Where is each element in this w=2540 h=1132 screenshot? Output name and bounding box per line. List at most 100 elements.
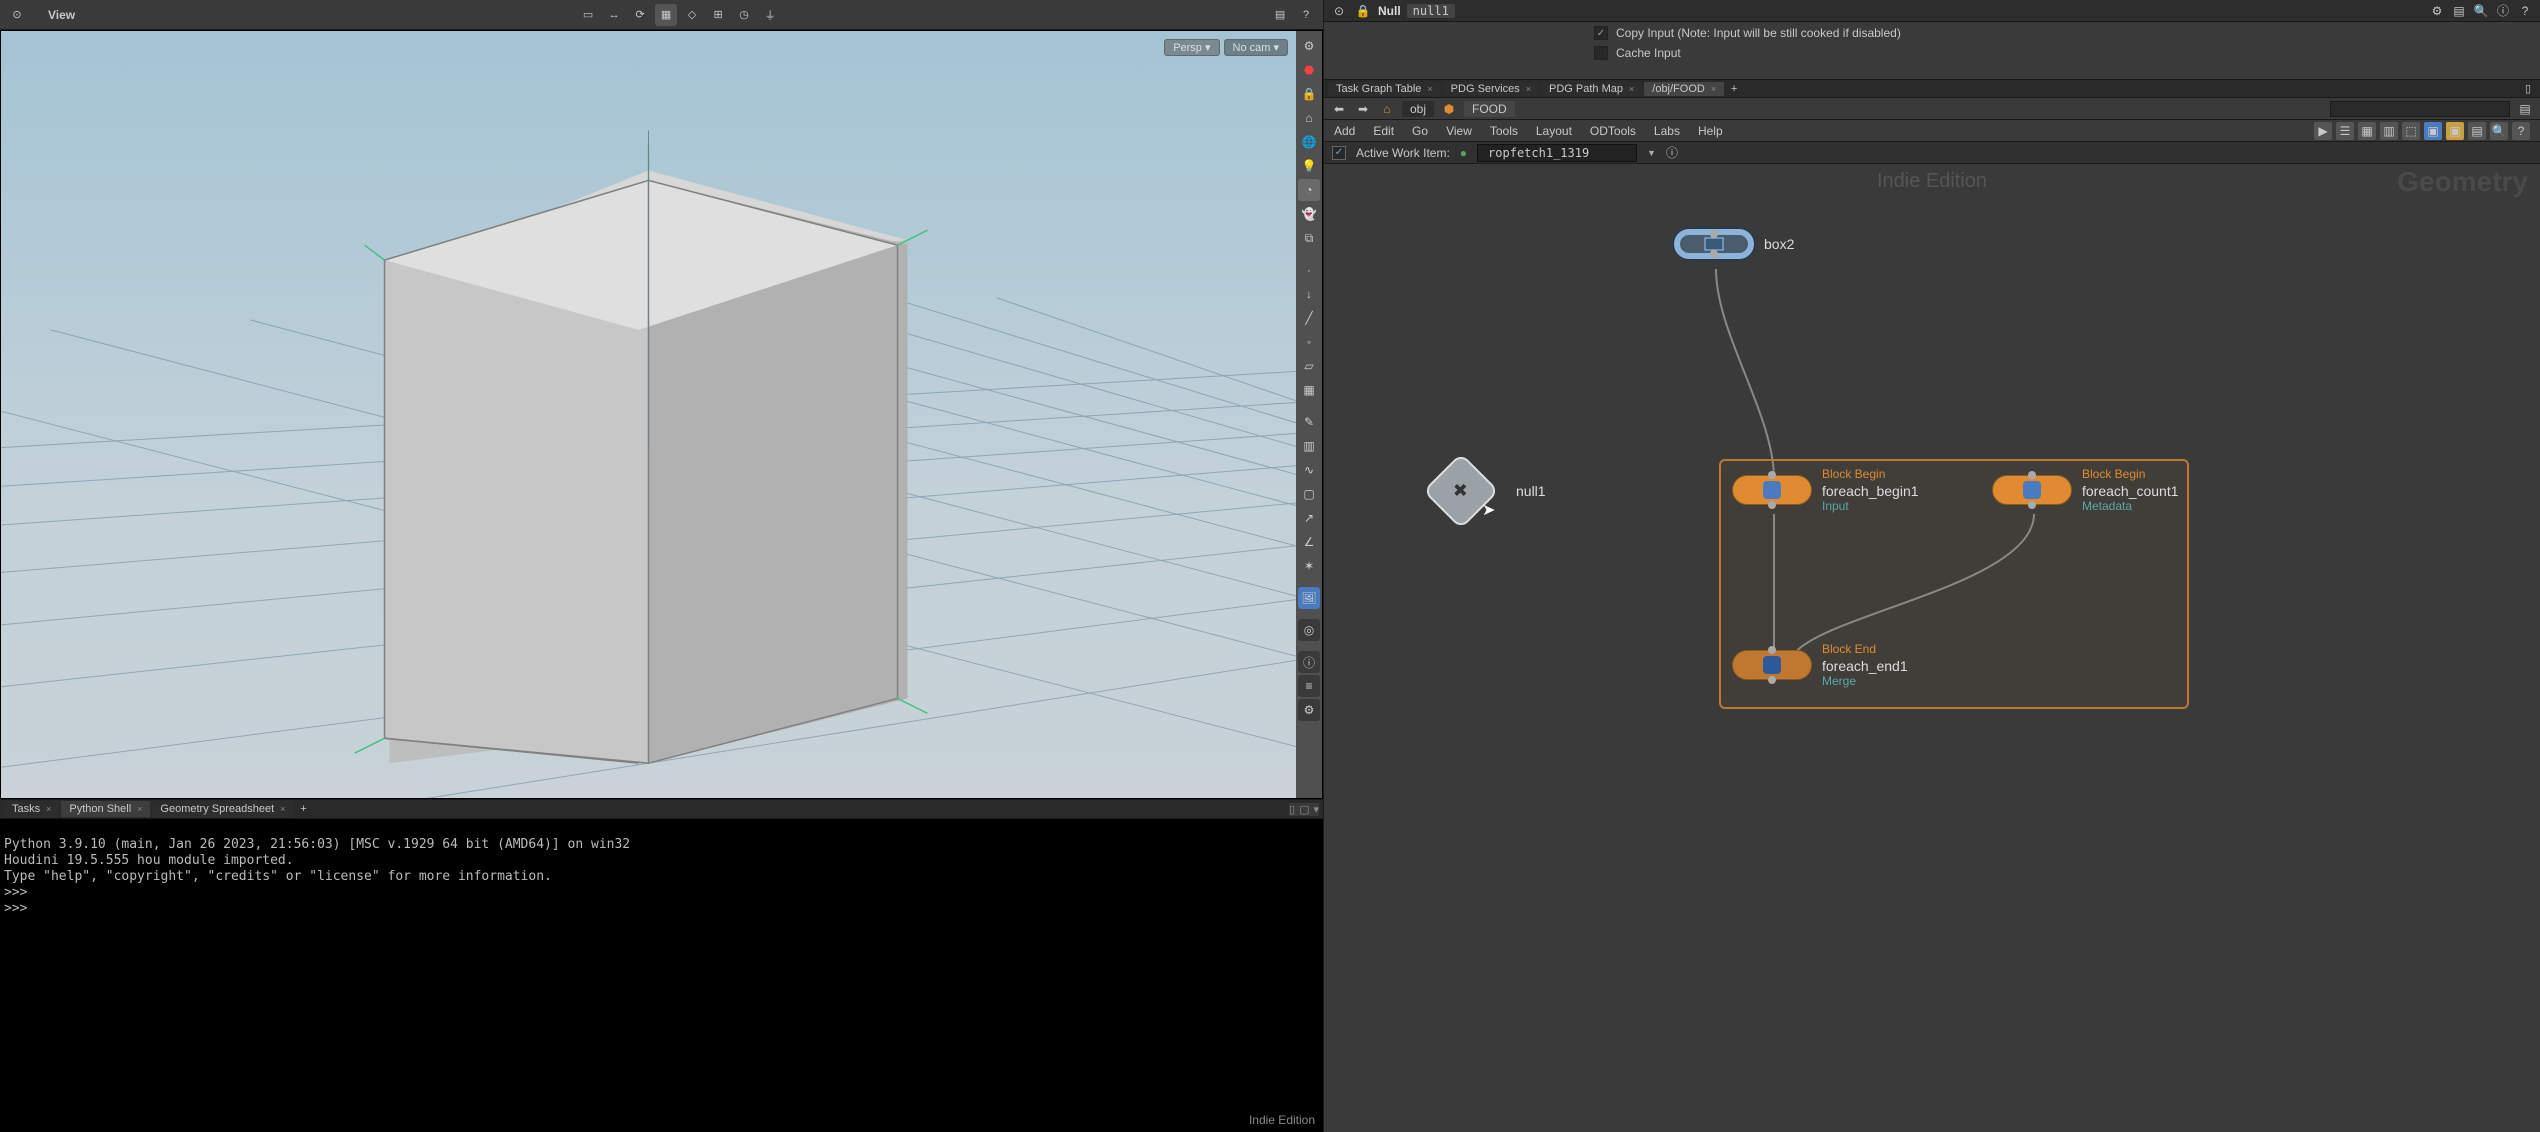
net-help2-icon[interactable]: ? [2512,122,2530,140]
crumb-obj[interactable]: obj [1402,101,1434,117]
viewport-camera-pill[interactable]: No cam ▾ [1224,39,1288,56]
parm-name-field[interactable]: null1 [1407,4,1455,18]
snap-grid-icon[interactable]: ▦ [655,4,677,26]
pen-icon[interactable]: ✎ [1298,411,1320,433]
help-icon[interactable]: ? [1295,4,1317,26]
pin-parm-icon[interactable]: ⊙ [1330,2,1348,20]
path-fwd-icon[interactable]: ➡ [1354,100,1372,118]
display-options-icon[interactable]: ⚙ [1298,35,1320,57]
menu-labs[interactable]: Labs [1654,124,1680,138]
hull-icon[interactable]: ▢ [1298,483,1320,505]
work-item-check[interactable]: ✓ [1332,146,1346,160]
crumb-food[interactable]: FOOD [1464,101,1515,117]
vertex-icon[interactable]: ◦ [1298,331,1320,353]
pin-icon[interactable]: ⊙ [6,4,28,26]
menu-edit[interactable]: Edit [1373,124,1394,138]
light-icon[interactable]: 💡 [1298,155,1320,177]
node-foreach-end1[interactable]: Block End foreach_end1 Merge [1732,642,1908,688]
mesh-icon[interactable]: ▦ [1298,379,1320,401]
xray-icon[interactable]: ⧉ [1298,227,1320,249]
net-view-mode-7-icon[interactable]: ▣ [2446,122,2464,140]
network-canvas[interactable]: Indie Edition Geometry box2 [1324,164,2540,1132]
add-tab-button[interactable]: + [295,803,311,815]
tab-obj-food[interactable]: /obj/FOOD× [1644,82,1724,96]
menu-add[interactable]: Add [1334,124,1355,138]
tab-python-shell[interactable]: Python Shell× [61,801,150,817]
view-tab[interactable]: View [34,6,89,24]
viewport-persp-pill[interactable]: Persp ▾ [1164,39,1219,56]
net-view-mode-1-icon[interactable]: ▶ [2314,122,2332,140]
rotate-tool-icon[interactable]: ⟳ [629,4,651,26]
parm-search-icon[interactable]: 🔍 [2472,2,2490,20]
bg-image-icon[interactable]: 🖼 [1298,587,1320,609]
crumb-geo-icon[interactable]: ⬢ [1440,100,1458,118]
tab-task-graph[interactable]: Task Graph Table× [1328,82,1441,96]
home-icon[interactable]: ⌂ [1298,107,1320,129]
net-view-mode-2-icon[interactable]: ☰ [2336,122,2354,140]
snap-curve-icon[interactable]: ◇ [681,4,703,26]
tab-tasks[interactable]: Tasks× [4,801,59,817]
work-item-value[interactable]: ropfetch1_1319 [1477,144,1637,162]
pane-max-icon[interactable]: ▢ [1299,803,1309,816]
layers-icon[interactable]: ≡ [1298,675,1320,697]
prim-icon[interactable]: ▱ [1298,355,1320,377]
net-view-mode-3-icon[interactable]: ▦ [2358,122,2376,140]
gear-icon[interactable]: ⚙ [1298,699,1320,721]
net-view-mode-8-icon[interactable]: ▤ [2468,122,2486,140]
network-pane-menu-icon[interactable]: ▯ [2520,81,2536,97]
net-search2-icon[interactable]: 🔍 [2490,122,2508,140]
angle-icon[interactable]: ∠ [1298,531,1320,553]
tab-geo-spreadsheet[interactable]: Geometry Spreadsheet× [152,801,293,817]
viewport-3d[interactable]: Persp ▾ No cam ▾ [1,31,1296,798]
point-icon[interactable]: · [1298,259,1320,281]
render-icon[interactable]: ⬣ [1298,59,1320,81]
network-search-input[interactable] [2330,101,2510,117]
move-tool-icon[interactable]: ↔ [603,4,625,26]
select-tool-icon[interactable]: ▭ [577,4,599,26]
lock-icon[interactable]: 🔒 [1298,83,1320,105]
snap-multi-icon[interactable]: ⊞ [707,4,729,26]
node-foreach-count1[interactable]: Block Begin foreach_count1 Metadata [1992,467,2179,513]
path-back-icon[interactable]: ⬅ [1330,100,1348,118]
parm-help-icon[interactable]: ? [2516,2,2534,20]
shelf-icon[interactable]: ▤ [1269,4,1291,26]
menu-go[interactable]: Go [1412,124,1428,138]
menu-odtools[interactable]: ODTools [1590,124,1636,138]
net-view-mode-6-icon[interactable]: ▣ [2424,122,2442,140]
globe-icon[interactable]: 🌐 [1298,131,1320,153]
menu-tools[interactable]: Tools [1490,124,1518,138]
ghost-icon[interactable]: 👻 [1298,203,1320,225]
node-box2[interactable]: box2 [1674,229,1794,259]
edge-icon[interactable]: ╱ [1298,307,1320,329]
lock-parm-icon[interactable]: 🔒 [1354,2,1372,20]
network-filter-icon[interactable]: ▤ [2516,100,2534,118]
tangent-icon[interactable]: ↗ [1298,507,1320,529]
copy-input-checkbox[interactable]: ✓ [1594,26,1608,40]
grid-icon[interactable]: ▥ [1298,435,1320,457]
target-icon[interactable]: ◎ [1298,619,1320,641]
parm-layers-icon[interactable]: ▤ [2450,2,2468,20]
menu-layout[interactable]: Layout [1536,124,1572,138]
tab-pdg-path[interactable]: PDG Path Map× [1541,82,1642,96]
parm-gear-icon[interactable]: ⚙ [2428,2,2446,20]
info-icon[interactable]: ⓘ [1298,651,1320,673]
camera-icon[interactable]: ⏚ [759,4,781,26]
menu-view[interactable]: View [1446,124,1472,138]
work-item-dropdown-icon[interactable]: ▼ [1647,148,1656,158]
work-item-info-icon[interactable]: ⓘ [1666,144,1678,161]
stopwatch-icon[interactable]: ◷ [733,4,755,26]
menu-help[interactable]: Help [1698,124,1723,138]
pane-split-icon[interactable]: ▯ [1289,803,1295,816]
pane-close-icon[interactable]: ▾ [1313,803,1319,816]
python-console[interactable]: Python 3.9.10 (main, Jan 26 2023, 21:56:… [0,819,1323,1132]
normal-icon[interactable]: ↓ [1298,283,1320,305]
tab-pdg-services[interactable]: PDG Services× [1443,82,1539,96]
net-view-mode-4-icon[interactable]: ▥ [2380,122,2398,140]
net-view-mode-5-icon[interactable]: ⬚ [2402,122,2420,140]
curve-icon[interactable]: ∿ [1298,459,1320,481]
parm-info-icon[interactable]: ⓘ [2494,2,2512,20]
cache-input-checkbox[interactable] [1594,46,1608,60]
axis-icon[interactable]: ✶ [1298,555,1320,577]
network-add-tab[interactable]: + [1726,83,1742,95]
path-root-icon[interactable]: ⌂ [1378,100,1396,118]
